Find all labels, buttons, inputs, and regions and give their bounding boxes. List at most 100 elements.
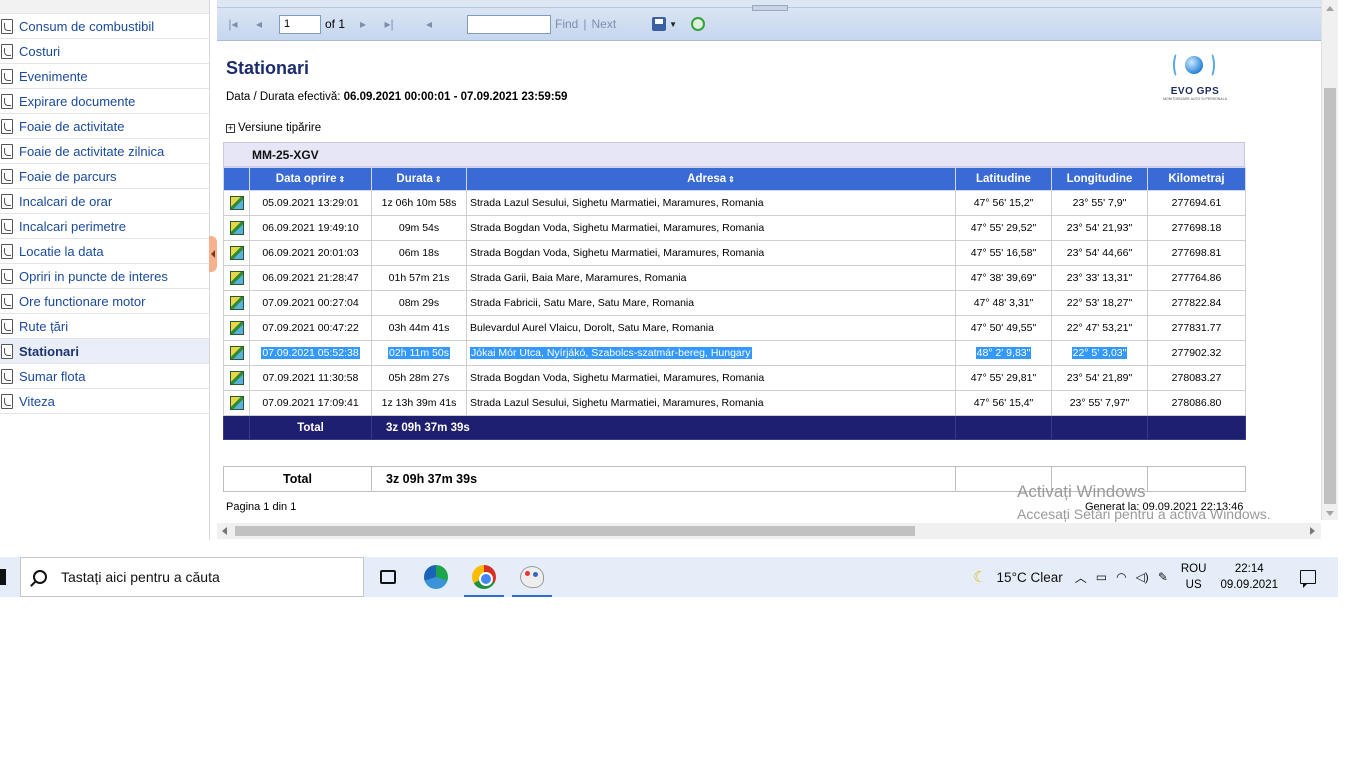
language-indicator[interactable]: ROU US (1181, 561, 1207, 593)
header-address[interactable]: Adresa ⇕ (466, 167, 956, 191)
paint-button[interactable] (508, 557, 556, 597)
weather-text[interactable]: 15°C Clear (997, 570, 1063, 585)
volume-icon[interactable]: ◁) (1136, 570, 1149, 584)
sidebar-item[interactable]: Opriri in puncte de interes (0, 264, 209, 289)
table-row[interactable]: 07.09.2021 00:27:04 08m 29s Strada Fabrici… (223, 290, 1246, 316)
sidebar-item-label: Foaie de parcurs (19, 168, 117, 184)
map-icon[interactable] (229, 221, 244, 235)
notification-icon[interactable] (1300, 570, 1316, 588)
table-row[interactable]: 06.09.2021 21:28:47 01h 57m 21s Strada Gar… (223, 265, 1246, 291)
scroll-right-icon[interactable] (1310, 527, 1315, 535)
sort-icon[interactable]: ⇕ (728, 175, 735, 184)
map-icon[interactable] (229, 296, 244, 310)
cell-odometer: 277698.81 (1147, 240, 1246, 266)
cell-map[interactable] (223, 390, 250, 416)
language-code: ROU (1180, 563, 1207, 575)
battery-icon[interactable]: ▭ (1096, 570, 1107, 584)
table-row[interactable]: 07.09.2021 11:30:58 05h 28m 27s Strada Bog… (223, 365, 1246, 391)
sidebar-item[interactable]: Viteza (0, 389, 209, 414)
table-row[interactable]: 05.09.2021 13:29:01 1z 06h 10m 58s Strada … (223, 190, 1246, 216)
sort-icon[interactable]: ⇕ (339, 175, 346, 184)
map-icon[interactable] (229, 246, 244, 260)
last-page-icon[interactable]: ▸| (383, 17, 395, 31)
header-duration[interactable]: Durata ⇕ (371, 167, 467, 191)
export-icon[interactable] (652, 17, 667, 31)
print-version-toggle[interactable]: + Versiune tipărire (226, 122, 321, 134)
scroll-down-icon[interactable] (1326, 511, 1334, 516)
cell-map[interactable] (223, 265, 250, 291)
cell-map[interactable] (223, 215, 250, 241)
cell-map[interactable] (223, 365, 250, 391)
moon-weather-icon[interactable]: ☾ (973, 568, 986, 586)
find-next-link[interactable]: Next (591, 17, 616, 31)
map-icon[interactable] (229, 321, 244, 335)
map-icon[interactable] (229, 196, 244, 210)
horizontal-scroll-thumb[interactable] (235, 526, 915, 536)
scroll-up-icon[interactable] (1326, 6, 1334, 11)
map-icon[interactable] (229, 271, 244, 285)
expand-plus-icon[interactable]: + (226, 123, 235, 133)
task-view-button[interactable] (364, 557, 412, 597)
next-page-icon[interactable]: ▸ (357, 17, 369, 31)
first-page-icon[interactable]: |◂ (227, 17, 239, 31)
sidebar-item[interactable]: Locatie la data (0, 239, 209, 264)
sidebar-item[interactable]: Sumar flota (0, 364, 209, 389)
cell-longitude: 23° 54' 21,93" (1051, 215, 1148, 241)
table-row[interactable]: 07.09.2021 05:52:38 02h 11m 50s Jókai Mór … (223, 340, 1246, 366)
pen-icon[interactable]: ✎ (1158, 570, 1168, 584)
cell-latitude: 47° 56' 15,2" (955, 190, 1052, 216)
previous-page-icon[interactable]: ◂ (253, 17, 265, 31)
map-icon[interactable] (229, 371, 244, 385)
find-separator: | (583, 17, 587, 31)
header-icon-col (223, 167, 250, 191)
total-row: Total 3z 09h 37m 39s (223, 415, 1246, 440)
find-link[interactable]: Find (555, 17, 578, 31)
taskbar-search-box[interactable]: Tastați aici pentru a căuta (20, 557, 364, 597)
chevron-down-icon[interactable]: ▼ (669, 20, 677, 29)
sidebar-item[interactable]: Expirare documente (0, 89, 209, 114)
cell-map[interactable] (223, 315, 250, 341)
cell-map[interactable] (223, 340, 250, 366)
vertical-scroll-thumb[interactable] (1324, 88, 1336, 504)
chrome-button[interactable] (460, 557, 508, 597)
sidebar-item[interactable]: Foaie de activitate (0, 114, 209, 139)
table-row[interactable]: 06.09.2021 20:01:03 06m 18s Strada Bogdan … (223, 240, 1246, 266)
table-row[interactable]: 07.09.2021 00:47:22 03h 44m 41s Bulevardul… (223, 315, 1246, 341)
edge-button[interactable] (412, 557, 460, 597)
table-row[interactable]: 06.09.2021 19:49:10 09m 54s Strada Bogdan … (223, 215, 1246, 241)
sidebar-item[interactable]: Stationari (0, 339, 209, 364)
map-icon[interactable] (229, 346, 244, 360)
refresh-icon[interactable] (691, 17, 706, 31)
map-icon[interactable] (229, 396, 244, 410)
pdf-report-icon (1, 318, 13, 334)
windows-start-icon[interactable] (0, 569, 6, 585)
sidebar-collapse-handle[interactable] (209, 236, 217, 272)
table-row[interactable]: 07.09.2021 17:09:41 1z 13h 39m 41s Strada … (223, 390, 1246, 416)
page-number-input[interactable] (279, 14, 321, 34)
header-date[interactable]: Data oprire ⇕ (249, 167, 372, 191)
sidebar-item[interactable]: Foaie de parcurs (0, 164, 209, 189)
scroll-left-icon[interactable] (222, 527, 227, 535)
splitter-grip[interactable] (752, 5, 788, 11)
sidebar-item[interactable]: Evenimente (0, 64, 209, 89)
clock[interactable]: 22:14 09.09.2021 (1220, 561, 1278, 593)
sidebar-item[interactable]: Costuri (0, 39, 209, 64)
cell-map[interactable] (223, 240, 250, 266)
sidebar-item[interactable]: Rute țări (0, 314, 209, 339)
back-icon[interactable]: ◂ (423, 17, 435, 31)
cell-duration-text: 05h 28m 27s (388, 372, 450, 384)
sidebar-item[interactable]: Incalcari de orar (0, 189, 209, 214)
sidebar-item[interactable]: Incalcari perimetre (0, 214, 209, 239)
toolbar-splitter[interactable] (217, 0, 1321, 11)
sidebar-item[interactable]: Foaie de activitate zilnica (0, 139, 209, 164)
wifi-icon[interactable]: ◠ (1116, 570, 1126, 584)
cell-map[interactable] (223, 190, 250, 216)
find-input[interactable] (467, 14, 552, 34)
chevron-up-icon[interactable]: ︿ (1075, 569, 1087, 586)
sidebar-item[interactable]: Consum de combustibil (0, 14, 209, 39)
sort-icon[interactable]: ⇕ (435, 175, 442, 184)
cell-map[interactable] (223, 290, 250, 316)
horizontal-scrollbar[interactable] (217, 523, 1321, 539)
vertical-scrollbar[interactable] (1321, 0, 1338, 520)
sidebar-item[interactable]: Ore functionare motor (0, 289, 209, 314)
